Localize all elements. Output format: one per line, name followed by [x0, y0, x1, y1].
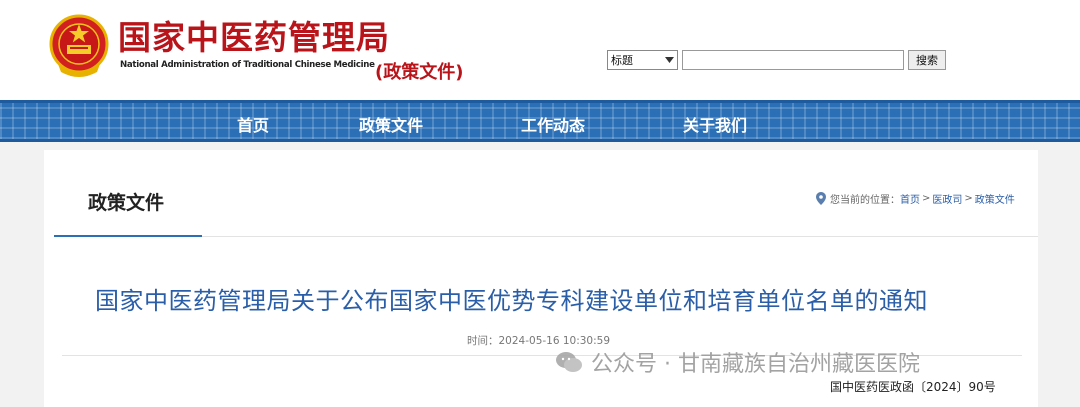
site-header: 国家中医药管理局 National Administration of Trad… — [0, 0, 1080, 100]
breadcrumb-yizhengsi[interactable]: 医政司 — [932, 191, 962, 206]
breadcrumb-separator: > — [964, 193, 973, 204]
breadcrumb-prefix: 您当前的位置： — [830, 195, 900, 206]
nav-item-policy[interactable]: 政策文件 — [359, 112, 423, 136]
site-title: 国家中医药管理局 — [118, 18, 390, 57]
watermark-text: 公众号 · 甘南藏族自治州藏医医院 — [591, 352, 920, 377]
nav-item-home[interactable]: 首页 — [237, 112, 269, 136]
breadcrumb-policy[interactable]: 政策文件 — [975, 191, 1015, 206]
search-input[interactable] — [682, 50, 904, 70]
article-title: 国家中医药管理局关于公布国家中医优势专科建设单位和培育单位名单的通知 — [95, 287, 928, 315]
site-subtitle: National Administration of Traditional C… — [120, 60, 375, 70]
nav-item-about[interactable]: 关于我们 — [683, 112, 747, 136]
heading-underline — [54, 235, 202, 237]
divider — [202, 236, 1038, 237]
nav-item-news[interactable]: 工作动态 — [521, 112, 585, 136]
page-heading: 政策文件 — [88, 192, 165, 214]
search-button[interactable]: 搜索 — [908, 50, 946, 70]
location-pin-icon — [816, 192, 826, 205]
document-number: 国中医药医政函〔2024〕90号 — [830, 380, 996, 394]
breadcrumb-separator: > — [922, 193, 931, 204]
national-emblem-icon — [49, 14, 109, 77]
main-nav: 首页 政策文件 工作动态 关于我们 — [0, 100, 1080, 142]
section-tag: (政策文件) — [375, 62, 464, 83]
search-select-value: 标题 — [611, 54, 633, 67]
breadcrumb: 您当前的位置： 首页 > 医政司 > 政策文件 — [816, 191, 1015, 206]
search-field-select[interactable]: 标题 — [607, 50, 678, 70]
wechat-watermark: 公众号 · 甘南藏族自治州藏医医院 — [555, 346, 920, 378]
wechat-icon — [556, 352, 582, 372]
breadcrumb-home[interactable]: 首页 — [900, 191, 920, 206]
chevron-down-icon — [665, 57, 674, 63]
